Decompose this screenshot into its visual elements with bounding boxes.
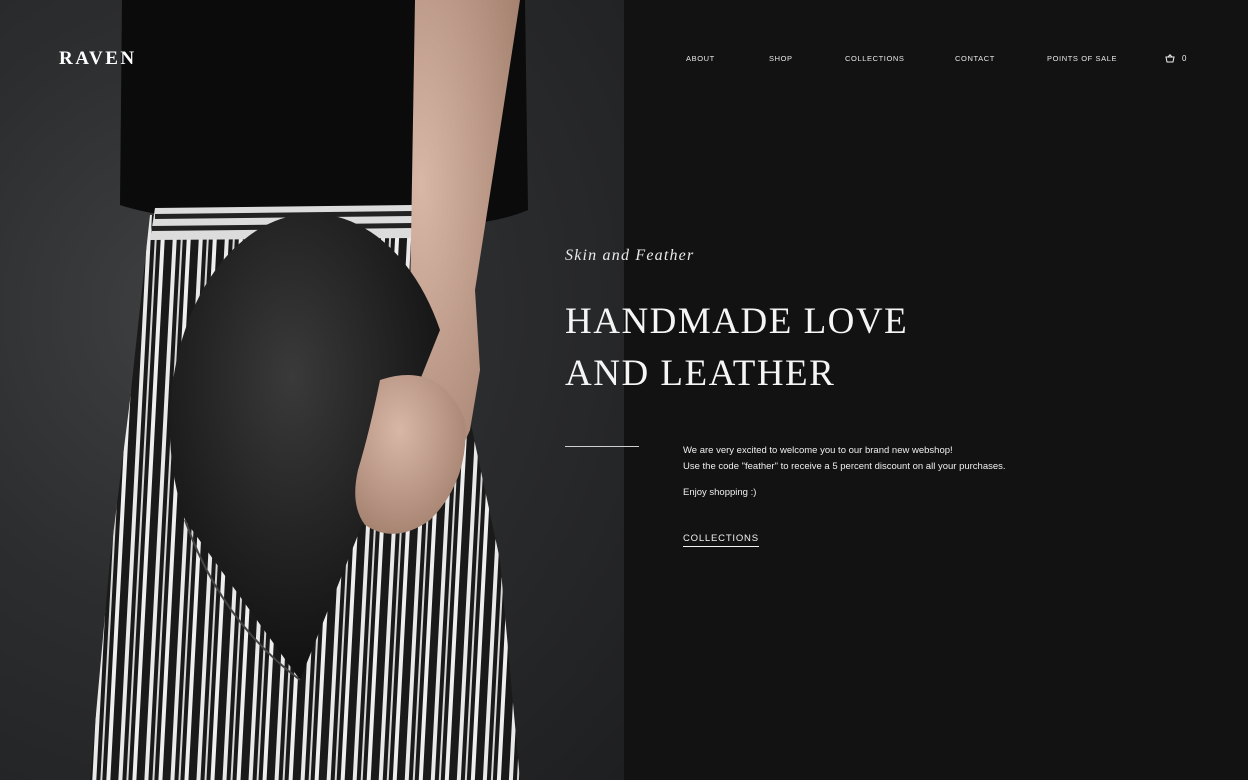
cart-button[interactable]: 0	[1165, 54, 1186, 63]
nav-item-points-of-sale[interactable]: POINTS OF SALE	[1047, 54, 1117, 63]
intro-line-2: Use the code "feather" to receive a 5 pe…	[683, 461, 1006, 472]
nav-item-contact[interactable]: CONTACT	[955, 54, 995, 63]
headline-line-1: HANDMADE LOVE	[565, 301, 909, 342]
hero-photo	[0, 0, 624, 780]
basket-icon	[1165, 54, 1175, 63]
hero-intro-text: We are very excited to welcome you to ou…	[683, 443, 1103, 501]
nav-item-shop[interactable]: SHOP	[769, 54, 793, 63]
hero-headline: HANDMADE LOVE AND LEATHER	[565, 296, 908, 400]
divider-line	[565, 446, 639, 447]
headline-line-2: AND LEATHER	[565, 353, 836, 394]
intro-line-3: Enjoy shopping :)	[683, 487, 757, 498]
nav-item-about[interactable]: ABOUT	[686, 54, 715, 63]
intro-line-1: We are very excited to welcome you to ou…	[683, 445, 953, 456]
model-with-clutch-illustration	[90, 0, 528, 780]
main-navigation: ABOUT SHOP COLLECTIONS CONTACT POINTS OF…	[0, 54, 1248, 68]
hero-subtitle: Skin and Feather	[565, 247, 695, 264]
nav-item-collections[interactable]: COLLECTIONS	[845, 54, 905, 63]
collections-cta-link[interactable]: COLLECTIONS	[683, 533, 759, 547]
cart-count: 0	[1182, 54, 1187, 63]
